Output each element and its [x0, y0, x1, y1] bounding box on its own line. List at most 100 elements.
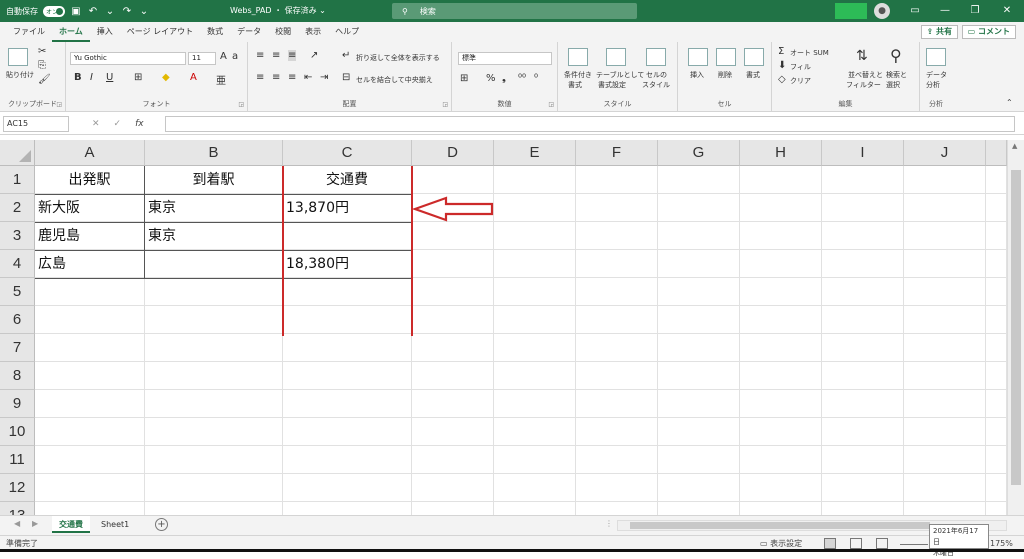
decrease-font-icon[interactable]: a: [232, 51, 238, 62]
tab-home[interactable]: ホーム: [52, 22, 90, 42]
cell-f1[interactable]: [576, 166, 658, 194]
cell-a13[interactable]: [35, 502, 145, 515]
cell-e4[interactable]: [494, 250, 576, 278]
cell-b4[interactable]: [145, 250, 283, 278]
zoom-slider[interactable]: [900, 544, 928, 545]
cell-e11[interactable]: [494, 446, 576, 474]
add-sheet-icon[interactable]: +: [155, 518, 168, 531]
align-middle-icon[interactable]: ≡: [272, 50, 280, 61]
horizontal-scroll-thumb[interactable]: [630, 522, 930, 529]
cell-h12[interactable]: [740, 474, 822, 502]
cell-i11[interactable]: [822, 446, 904, 474]
cell-f2[interactable]: [576, 194, 658, 222]
undo-icon[interactable]: ↶: [87, 6, 99, 17]
find-select-label-1[interactable]: 検索と: [886, 70, 907, 80]
row-header-9[interactable]: 9: [0, 390, 35, 418]
cell-c3[interactable]: [283, 222, 412, 250]
scroll-up-icon[interactable]: ▲: [1012, 142, 1017, 150]
avatar[interactable]: ●: [874, 3, 890, 19]
cell-k1[interactable]: [986, 166, 1007, 194]
cell-k9[interactable]: [986, 390, 1007, 418]
font-size-select[interactable]: 11: [188, 52, 216, 65]
cell-h8[interactable]: [740, 362, 822, 390]
cell-d6[interactable]: [412, 306, 494, 334]
tab-view[interactable]: 表示: [298, 22, 328, 42]
row-header-10[interactable]: 10: [0, 418, 35, 446]
sort-filter-label-1[interactable]: 並べ替えと: [848, 70, 883, 80]
wrap-text-icon[interactable]: ↵: [342, 50, 350, 61]
conditional-format-label-1[interactable]: 条件付き: [564, 70, 592, 80]
cell-styles-icon[interactable]: [646, 48, 666, 66]
cell-b8[interactable]: [145, 362, 283, 390]
tab-file[interactable]: ファイル: [6, 22, 52, 42]
cell-h4[interactable]: [740, 250, 822, 278]
column-header-c[interactable]: C: [283, 140, 412, 166]
cell-e9[interactable]: [494, 390, 576, 418]
format-cells-label[interactable]: 書式: [746, 70, 760, 80]
format-table-label-1[interactable]: テーブルとして: [596, 70, 644, 80]
cell-i5[interactable]: [822, 278, 904, 306]
tab-review[interactable]: 校閲: [268, 22, 298, 42]
cell-d3[interactable]: [412, 222, 494, 250]
cell-c1[interactable]: 交通費: [283, 166, 412, 194]
cell-c2[interactable]: 13,870円: [283, 194, 412, 222]
cell-b3[interactable]: 東京: [145, 222, 283, 250]
cell-f10[interactable]: [576, 418, 658, 446]
cell-b2[interactable]: 東京: [145, 194, 283, 222]
increase-decimal-icon[interactable]: ⁰⁰: [518, 73, 526, 84]
sort-filter-icon[interactable]: ⇅: [856, 48, 868, 64]
cell-k8[interactable]: [986, 362, 1007, 390]
cut-icon[interactable]: ✂: [38, 46, 46, 57]
search-box[interactable]: ⚲ 検索: [392, 3, 637, 19]
format-cells-icon[interactable]: [744, 48, 764, 66]
row-header-12[interactable]: 12: [0, 474, 35, 502]
tab-data[interactable]: データ: [230, 22, 268, 42]
cell-g2[interactable]: [658, 194, 740, 222]
prev-sheet-icon[interactable]: ◀: [14, 519, 20, 528]
cell-g10[interactable]: [658, 418, 740, 446]
minimize-icon[interactable]: —: [930, 0, 960, 22]
tab-insert[interactable]: 挿入: [90, 22, 120, 42]
sort-filter-label-2[interactable]: フィルター: [846, 80, 881, 90]
cell-c5[interactable]: [283, 278, 412, 306]
border-icon[interactable]: ⊞: [134, 72, 142, 83]
merge-icon[interactable]: ⊟: [342, 72, 350, 83]
column-header-k[interactable]: [986, 140, 1007, 166]
tab-splitter-icon[interactable]: ⋮: [605, 519, 613, 528]
cell-f6[interactable]: [576, 306, 658, 334]
cell-e1[interactable]: [494, 166, 576, 194]
cell-k12[interactable]: [986, 474, 1007, 502]
cell-j1[interactable]: [904, 166, 986, 194]
data-analysis-label-2[interactable]: 分析: [926, 80, 940, 90]
clipboard-launcher-icon[interactable]: ◲: [56, 101, 62, 108]
row-header-2[interactable]: 2: [0, 194, 35, 222]
font-launcher-icon[interactable]: ◲: [238, 101, 244, 108]
autosum-label[interactable]: オート SUM: [790, 48, 829, 58]
cell-e13[interactable]: [494, 502, 576, 515]
cell-k13[interactable]: [986, 502, 1007, 515]
delete-cells-label[interactable]: 削除: [718, 70, 732, 80]
column-header-e[interactable]: E: [494, 140, 576, 166]
cell-h9[interactable]: [740, 390, 822, 418]
cell-b11[interactable]: [145, 446, 283, 474]
data-analysis-label-1[interactable]: データ: [926, 70, 947, 80]
cell-i4[interactable]: [822, 250, 904, 278]
cell-e3[interactable]: [494, 222, 576, 250]
comma-icon[interactable]: ❟: [502, 73, 506, 84]
cell-b13[interactable]: [145, 502, 283, 515]
cell-j9[interactable]: [904, 390, 986, 418]
cell-j2[interactable]: [904, 194, 986, 222]
cell-j8[interactable]: [904, 362, 986, 390]
cell-a11[interactable]: [35, 446, 145, 474]
cell-f8[interactable]: [576, 362, 658, 390]
cell-h10[interactable]: [740, 418, 822, 446]
align-bottom-icon[interactable]: ≡: [288, 50, 297, 61]
vertical-scroll-thumb[interactable]: [1011, 170, 1021, 485]
cell-a5[interactable]: [35, 278, 145, 306]
cell-g5[interactable]: [658, 278, 740, 306]
cell-g9[interactable]: [658, 390, 740, 418]
cell-h7[interactable]: [740, 334, 822, 362]
cell-i7[interactable]: [822, 334, 904, 362]
cell-j4[interactable]: [904, 250, 986, 278]
insert-function-icon[interactable]: fx: [135, 119, 144, 129]
